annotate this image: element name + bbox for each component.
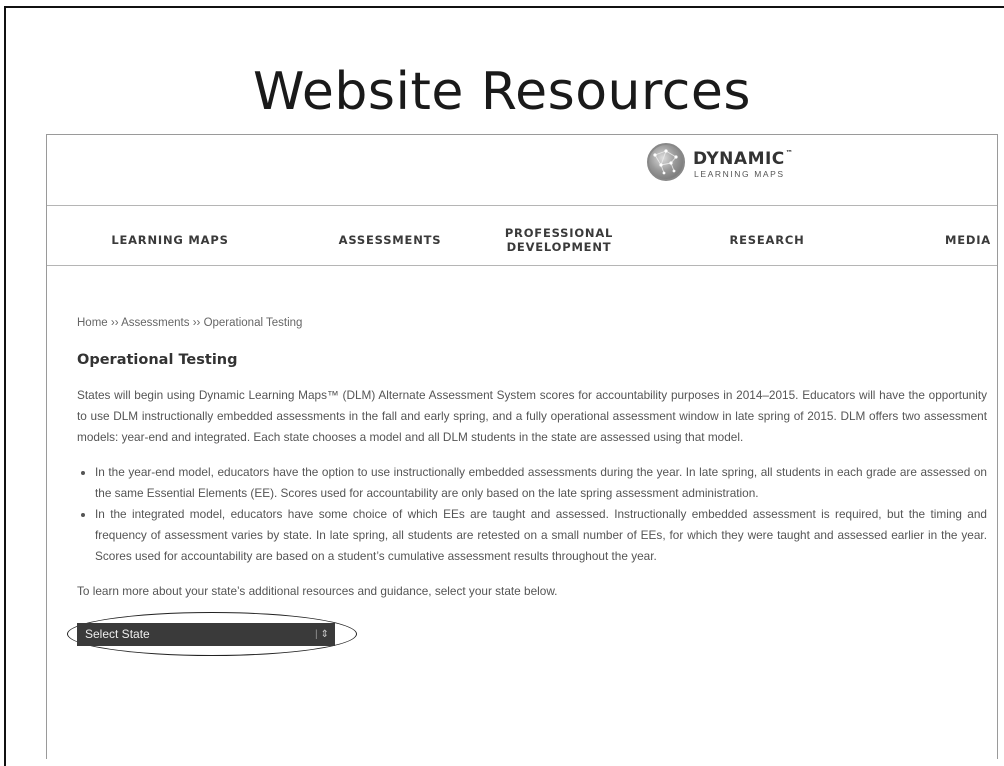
- nav-divider: [47, 265, 997, 266]
- state-prompt: To learn more about your state’s additio…: [77, 584, 558, 598]
- nav-research[interactable]: RESEARCH: [692, 215, 842, 265]
- list-item-year-end-model: In the year-end model, educators have th…: [95, 462, 987, 504]
- breadcrumb-separator: ››: [107, 317, 122, 329]
- main-content: Home ›› Assessments ›› Operational Testi…: [67, 313, 987, 656]
- nav-professional-development[interactable]: PROFESSIONAL DEVELOPMENT: [484, 215, 634, 265]
- globe-icon: [647, 143, 685, 181]
- slide-title: Website Resources: [253, 62, 751, 122]
- breadcrumb-assessments[interactable]: Assessments: [121, 317, 189, 329]
- nav-media[interactable]: MEDIA: [907, 215, 997, 265]
- header-divider: [47, 205, 997, 206]
- breadcrumb: Home ›› Assessments ›› Operational Testi…: [77, 313, 987, 334]
- updown-arrow-icon: ⇕: [315, 623, 329, 646]
- breadcrumb-home[interactable]: Home: [77, 317, 108, 329]
- website-screenshot: DYNAMIC™ LEARNING MAPS LEARNING MAPS ASS…: [46, 134, 998, 759]
- main-nav: LEARNING MAPS ASSESSMENTS PROFESSIONAL D…: [47, 215, 997, 265]
- nav-learning-maps[interactable]: LEARNING MAPS: [85, 215, 255, 265]
- dlm-logo[interactable]: DYNAMIC™ LEARNING MAPS: [643, 139, 843, 189]
- logo-title: DYNAMIC™: [693, 149, 794, 169]
- state-select-value: Select State: [85, 627, 150, 641]
- state-select[interactable]: Select State ⇕: [77, 623, 335, 646]
- list-item-integrated-model: In the integrated model, educators have …: [95, 504, 987, 567]
- page-title: Operational Testing: [77, 352, 238, 368]
- logo-subtitle: LEARNING MAPS: [694, 169, 785, 179]
- breadcrumb-separator: ››: [189, 317, 204, 329]
- state-select-wrapper: Select State ⇕: [67, 612, 357, 656]
- assessment-models-list: In the year-end model, educators have th…: [77, 462, 987, 567]
- nav-assessments[interactable]: ASSESSMENTS: [315, 215, 465, 265]
- breadcrumb-current: Operational Testing: [203, 317, 303, 329]
- intro-paragraph: States will begin using Dynamic Learning…: [77, 388, 987, 444]
